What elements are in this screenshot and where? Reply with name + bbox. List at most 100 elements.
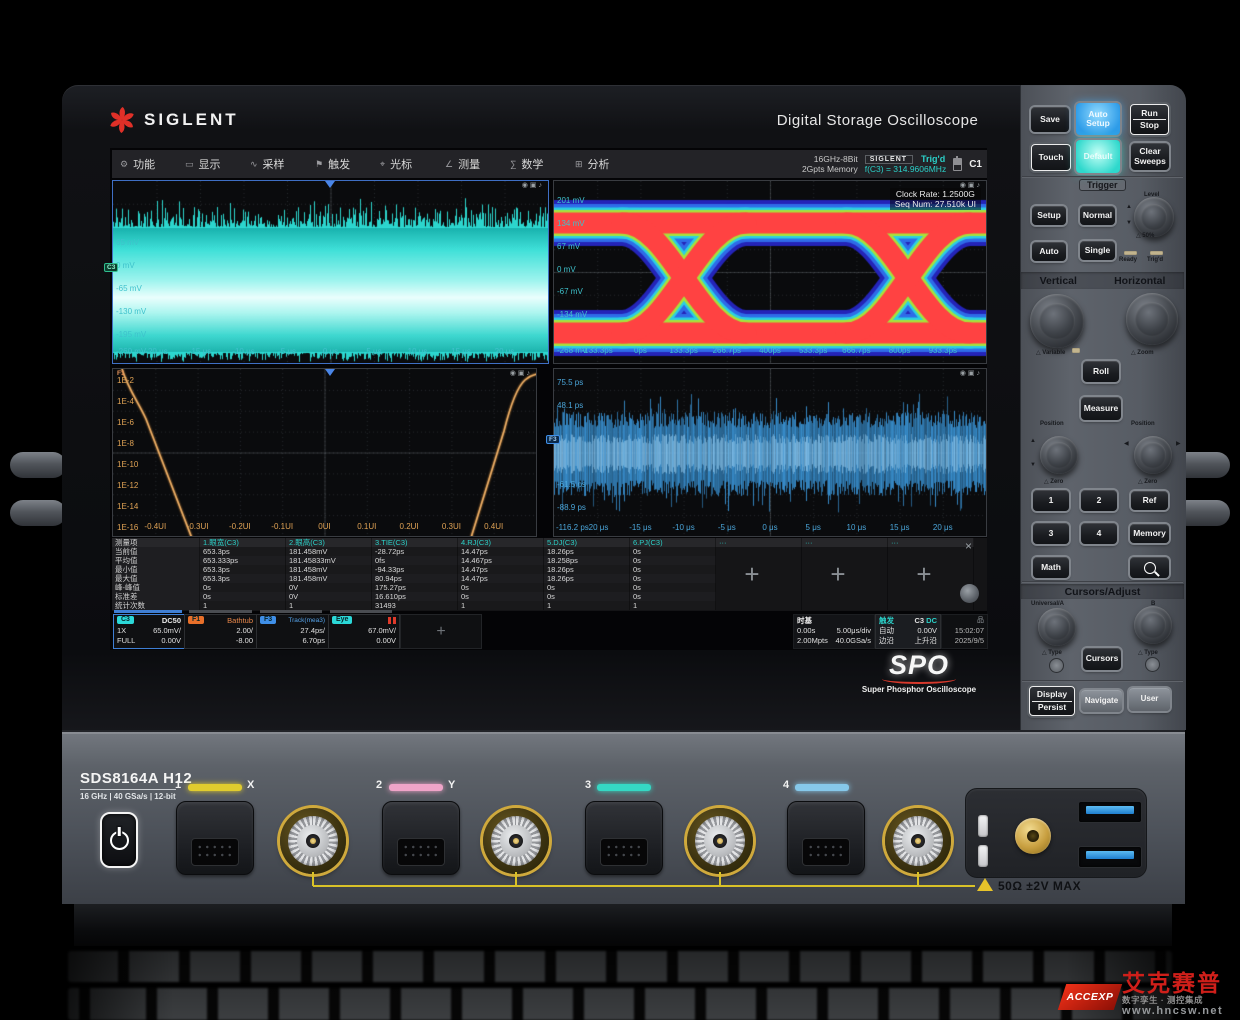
menu-item-6[interactable]: ∠测量 xyxy=(437,150,502,178)
sound-icon[interactable]: ♪ xyxy=(539,182,545,189)
channel-3-button[interactable]: 3 xyxy=(1033,523,1069,544)
clear-sweeps-button[interactable]: Clear Sweeps xyxy=(1131,143,1169,170)
add-trace-box[interactable]: + xyxy=(400,614,482,649)
panel-toolbar[interactable]: ◉▣♪ xyxy=(960,181,982,189)
menu-item-8[interactable]: ⊞分析 xyxy=(567,150,632,178)
cal-slot xyxy=(978,815,988,837)
table-empty-header[interactable]: ··· xyxy=(802,538,888,547)
search-button[interactable] xyxy=(1130,557,1169,578)
window-channel-c3-waveform[interactable]: C3 ◉▣♪ 65 mV0 mV-65 mV-130 mV-195 mV-260… xyxy=(112,180,549,364)
window-select-indicator[interactable] xyxy=(189,610,252,613)
camera-icon[interactable]: ◉ xyxy=(960,182,968,189)
axis-label: 1E-6 xyxy=(117,419,134,427)
measure-button[interactable]: Measure xyxy=(1081,397,1121,420)
window-select-indicator[interactable] xyxy=(260,610,322,613)
b-knob[interactable] xyxy=(1134,606,1172,644)
fullscreen-icon[interactable]: ▣ xyxy=(518,370,527,377)
trigger-position-marker[interactable] xyxy=(325,181,335,188)
menu-item-5[interactable]: ⌖光标 xyxy=(372,150,437,178)
window-eye-diagram[interactable]: Clock Rate: 1.2500G Seq Num: 27.510k UI … xyxy=(553,180,987,364)
table-column-header[interactable]: 3.TIE(C3) xyxy=(372,538,458,547)
push-knob-icon[interactable] xyxy=(1049,658,1064,673)
sound-icon[interactable]: ♪ xyxy=(977,370,983,377)
panel-toolbar[interactable]: ◉▣♪ xyxy=(522,181,544,189)
add-measurement-button[interactable]: + xyxy=(824,561,852,589)
table-column-header[interactable]: 2.眼高(C3) xyxy=(286,538,372,547)
track-canvas[interactable] xyxy=(554,369,986,536)
horizontal-position-knob[interactable] xyxy=(1134,436,1172,474)
add-measurement-button[interactable]: + xyxy=(738,561,766,589)
math-button[interactable]: Math xyxy=(1033,557,1069,578)
window-select-indicator[interactable] xyxy=(330,610,392,613)
sound-icon[interactable]: ♪ xyxy=(527,370,533,377)
push-knob-icon[interactable] xyxy=(1145,657,1160,672)
vertical-position-knob[interactable] xyxy=(1040,436,1078,474)
c3-waveform-canvas[interactable] xyxy=(113,181,548,363)
descriptor-c3[interactable]: C3 DC50 1X 65.0mV/ FULL 0.00V xyxy=(113,614,185,649)
fullscreen-icon[interactable]: ▣ xyxy=(968,370,977,377)
display-persist-button[interactable]: Display Persist xyxy=(1029,686,1075,716)
fullscreen-icon[interactable]: ▣ xyxy=(530,182,539,189)
default-button[interactable]: Default xyxy=(1076,140,1120,173)
timebase-box[interactable]: 时基 0.00s 5.00μs/div 2.00Mpts 40.0GSa/s xyxy=(793,614,875,649)
channel-indicator[interactable]: C1 xyxy=(969,159,985,170)
power-button[interactable] xyxy=(100,812,138,868)
camera-icon[interactable]: ◉ xyxy=(960,370,968,377)
trigger-setup-button[interactable]: Setup xyxy=(1032,206,1066,225)
run-stop-button[interactable]: Run Stop xyxy=(1130,104,1169,135)
horizontal-scale-knob[interactable] xyxy=(1126,293,1178,345)
table-empty-header[interactable]: ··· xyxy=(716,538,802,547)
menu-item-7[interactable]: ∑数学 xyxy=(502,150,567,178)
table-column-header[interactable]: 5.DJ(C3) xyxy=(544,538,630,547)
save-button[interactable]: Save xyxy=(1031,107,1069,132)
close-table-icon[interactable]: × xyxy=(965,539,972,553)
menu-item-4[interactable]: ⚑触发 xyxy=(307,150,372,178)
sound-icon[interactable]: ♪ xyxy=(977,182,983,189)
panel-toolbar[interactable]: ◉▣♪ xyxy=(510,369,532,377)
table-column-header[interactable]: 1.眼宽(C3) xyxy=(200,538,286,547)
universal-a-knob[interactable] xyxy=(1038,608,1076,646)
trigger-box[interactable]: 触发 C3 DC 自动 0.00V 边沿 上升沿 xyxy=(875,614,941,649)
panel-toolbar[interactable]: ◉▣♪ xyxy=(960,369,982,377)
table-column-header[interactable]: 4.RJ(C3) xyxy=(458,538,544,547)
channel-1-button[interactable]: 1 xyxy=(1033,490,1069,511)
window-bathtub-curve[interactable]: F1 ◉▣♪ 1E-21E-41E-61E-81E-101E-121E-141E… xyxy=(112,368,537,537)
axis-label: 15 μs xyxy=(890,524,910,532)
touch-button[interactable]: Touch xyxy=(1031,144,1071,171)
clock-box[interactable]: 品 15:02:07 2025/9/5 xyxy=(941,614,988,649)
vertical-scale-knob[interactable] xyxy=(1030,294,1084,348)
trace-f3-tag[interactable]: F3 xyxy=(546,435,560,444)
camera-icon[interactable]: ◉ xyxy=(522,182,530,189)
descriptor-eye[interactable]: Eye 67.0mV/ 0.00V xyxy=(328,614,400,649)
channel-4-button[interactable]: 4 xyxy=(1081,523,1117,544)
user-button[interactable]: User xyxy=(1129,688,1170,711)
trigger-auto-button[interactable]: Auto xyxy=(1032,242,1066,261)
add-measurement-button[interactable]: + xyxy=(910,561,938,589)
bathtub-canvas[interactable] xyxy=(113,369,536,536)
channel-2-button[interactable]: 2 xyxy=(1081,490,1117,511)
table-empty-header[interactable]: ··· xyxy=(888,538,974,547)
navigate-button[interactable]: Navigate xyxy=(1081,690,1122,712)
adjust-knob-icon[interactable] xyxy=(960,584,979,603)
roll-button[interactable]: Roll xyxy=(1083,361,1119,382)
descriptor-f3[interactable]: F3 Track(mea3) 27.4ps/ 6.70ps xyxy=(256,614,329,649)
trigger-normal-button[interactable]: Normal xyxy=(1080,206,1115,225)
camera-icon[interactable]: ◉ xyxy=(510,370,518,377)
trigger-position-marker[interactable] xyxy=(325,369,335,376)
menu-item-2[interactable]: ▭显示 xyxy=(177,150,242,178)
trace-f1-tag[interactable]: F1 xyxy=(115,370,127,377)
trigger-single-button[interactable]: Single xyxy=(1080,241,1115,260)
auto-setup-button[interactable]: Auto Setup xyxy=(1076,103,1120,135)
menu-item-3[interactable]: ∿采样 xyxy=(242,150,307,178)
memory-button[interactable]: Memory xyxy=(1130,524,1169,543)
trigger-level-knob[interactable] xyxy=(1134,197,1174,237)
table-column-header[interactable]: 6.PJ(C3) xyxy=(630,538,716,547)
channel-c3-tag[interactable]: C3 xyxy=(104,263,118,272)
cursors-button[interactable]: Cursors xyxy=(1083,648,1121,670)
ref-button[interactable]: Ref xyxy=(1131,491,1168,510)
menu-item-1[interactable]: ⚙功能 xyxy=(112,150,177,178)
descriptor-f1[interactable]: F1 Bathtub 2.00/ -8.00 xyxy=(184,614,257,649)
window-tie-track[interactable]: F3 ◉▣♪ 75.5 ps48.1 ps-61.5 ps-88.9 ps-11… xyxy=(553,368,987,537)
window-select-indicator-active[interactable] xyxy=(114,610,182,613)
fullscreen-icon[interactable]: ▣ xyxy=(968,182,977,189)
